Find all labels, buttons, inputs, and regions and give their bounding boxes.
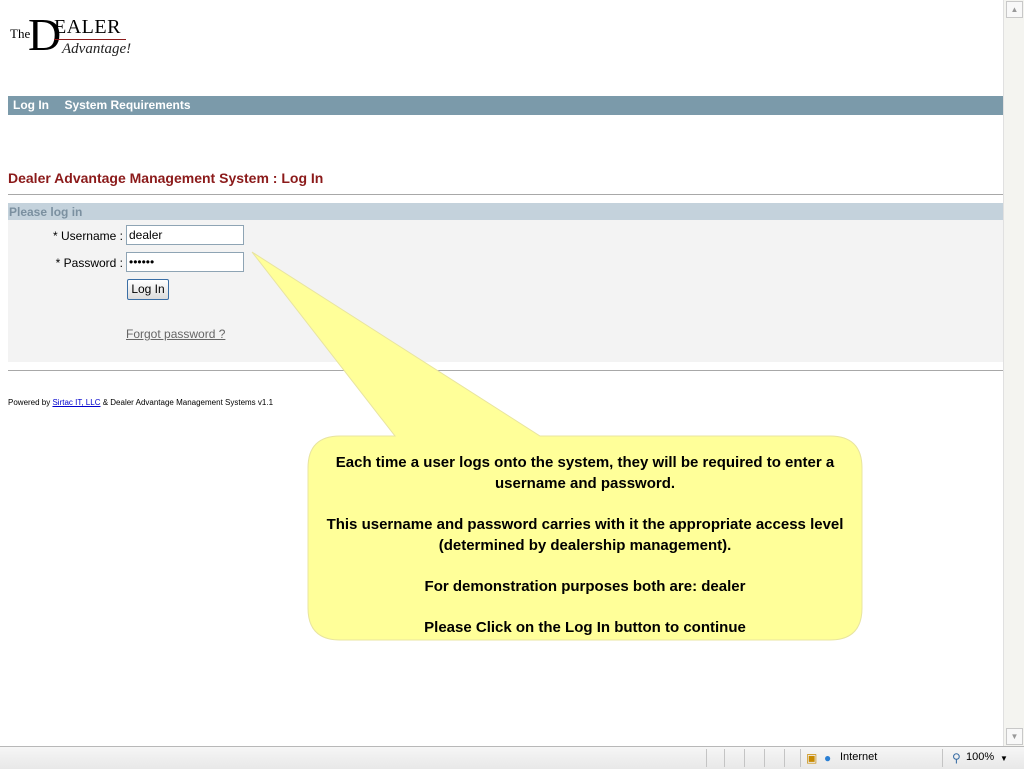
- username-input[interactable]: [126, 225, 244, 245]
- logo-ealer: EALER: [54, 16, 121, 38]
- internet-globe-icon: ●: [824, 751, 832, 765]
- callout-para-4: Please Click on the Log In button to con…: [424, 619, 746, 636]
- top-nav-bar: Log In System Requirements: [8, 96, 1003, 115]
- login-button[interactable]: Log In: [127, 279, 169, 300]
- password-input[interactable]: [126, 252, 244, 272]
- login-panel-header: Please log in: [8, 203, 1003, 220]
- footer-prefix: Powered by: [8, 398, 53, 407]
- status-separator: [706, 749, 707, 767]
- nav-system-requirements-link[interactable]: System Requirements: [59, 96, 190, 115]
- status-separator: [784, 749, 785, 767]
- panel-bottom-divider: [8, 370, 1003, 371]
- protected-mode-icon[interactable]: ▣: [806, 751, 817, 765]
- status-separator: [764, 749, 765, 767]
- status-separator: [942, 749, 943, 767]
- logo-advantage: Advantage!: [62, 41, 132, 57]
- dealer-advantage-logo: The D EALER Advantage!: [8, 12, 148, 62]
- footer-suffix: & Dealer Advantage Management Systems v1…: [100, 398, 274, 407]
- scroll-down-arrow-icon[interactable]: ▼: [1006, 728, 1023, 745]
- nav-login-link[interactable]: Log In: [8, 96, 49, 115]
- browser-status-bar: ▣ ● Internet ⚲ 100% ▼: [0, 746, 1024, 769]
- scroll-up-arrow-icon[interactable]: ▲: [1006, 1, 1023, 18]
- security-zone-text: Internet: [840, 751, 878, 763]
- zoom-dropdown-icon[interactable]: ▼: [1000, 754, 1008, 763]
- forgot-password-link[interactable]: Forgot password ?: [126, 327, 225, 341]
- password-label: * Password :: [55, 256, 123, 270]
- callout-para-2: This username and password carries with …: [326, 516, 844, 554]
- callout-text: Each time a user logs onto the system, t…: [310, 452, 860, 658]
- title-divider: [8, 194, 1003, 195]
- footer-powered-by: Powered by Sirtac IT, LLC & Dealer Advan…: [8, 398, 273, 407]
- zoom-magnifier-icon[interactable]: ⚲: [952, 751, 961, 765]
- vertical-scrollbar[interactable]: ▲ ▼: [1003, 0, 1024, 746]
- page-title: Dealer Advantage Management System : Log…: [8, 170, 324, 186]
- sirtac-link[interactable]: Sirtac IT, LLC: [52, 398, 100, 407]
- status-separator: [744, 749, 745, 767]
- logo-rule: [54, 39, 126, 40]
- username-label: * Username :: [52, 229, 123, 243]
- status-separator: [800, 749, 801, 767]
- login-panel-header-text: Please log in: [9, 205, 83, 219]
- callout-para-1: Each time a user logs onto the system, t…: [335, 454, 835, 492]
- callout-para-3: For demonstration purposes both are: dea…: [424, 578, 746, 595]
- zoom-level-text[interactable]: 100%: [966, 751, 994, 763]
- status-separator: [724, 749, 725, 767]
